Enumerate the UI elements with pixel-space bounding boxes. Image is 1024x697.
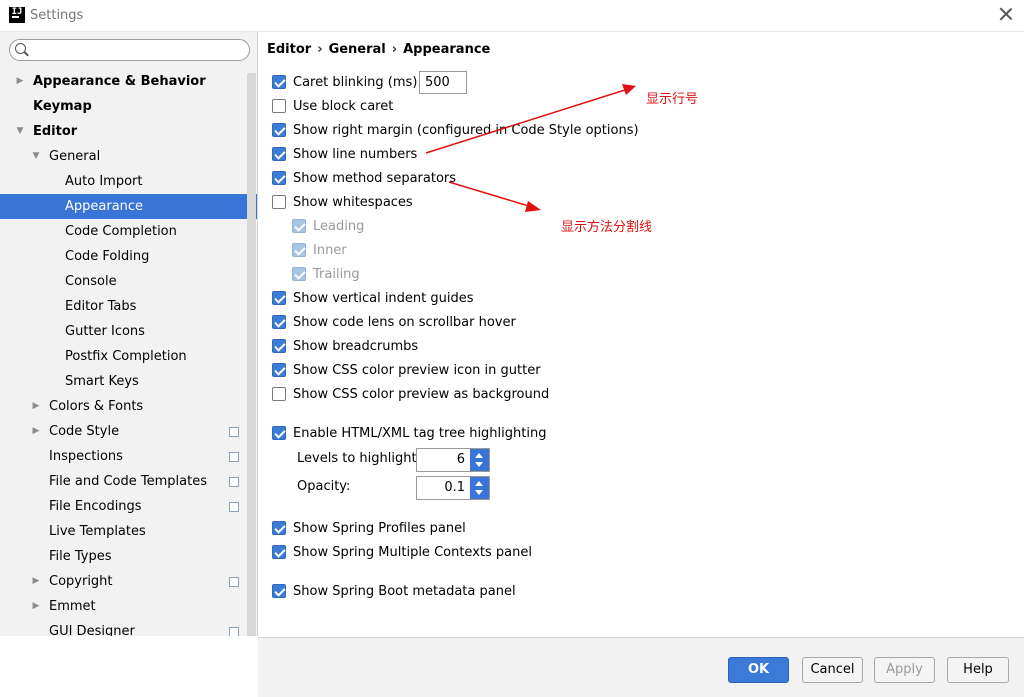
annotation-arrowhead-method-separators xyxy=(525,201,541,212)
annotation-arrow-line-numbers xyxy=(425,88,629,154)
annotation-line-numbers: 显示行号 xyxy=(646,92,699,107)
annotation-arrows xyxy=(425,84,636,212)
help-button[interactable]: Help xyxy=(947,657,1009,683)
annotation-method-separators: 显示方法分割线 xyxy=(561,220,653,235)
cancel-button[interactable]: Cancel xyxy=(802,657,863,683)
ok-button[interactable]: OK xyxy=(728,657,789,683)
dialog-footer: OK Cancel Apply Help xyxy=(258,637,1024,697)
annotation-arrowhead-line-numbers xyxy=(622,84,636,95)
apply-button[interactable]: Apply xyxy=(874,657,935,683)
annotation-arrow-method-separators xyxy=(448,181,533,208)
